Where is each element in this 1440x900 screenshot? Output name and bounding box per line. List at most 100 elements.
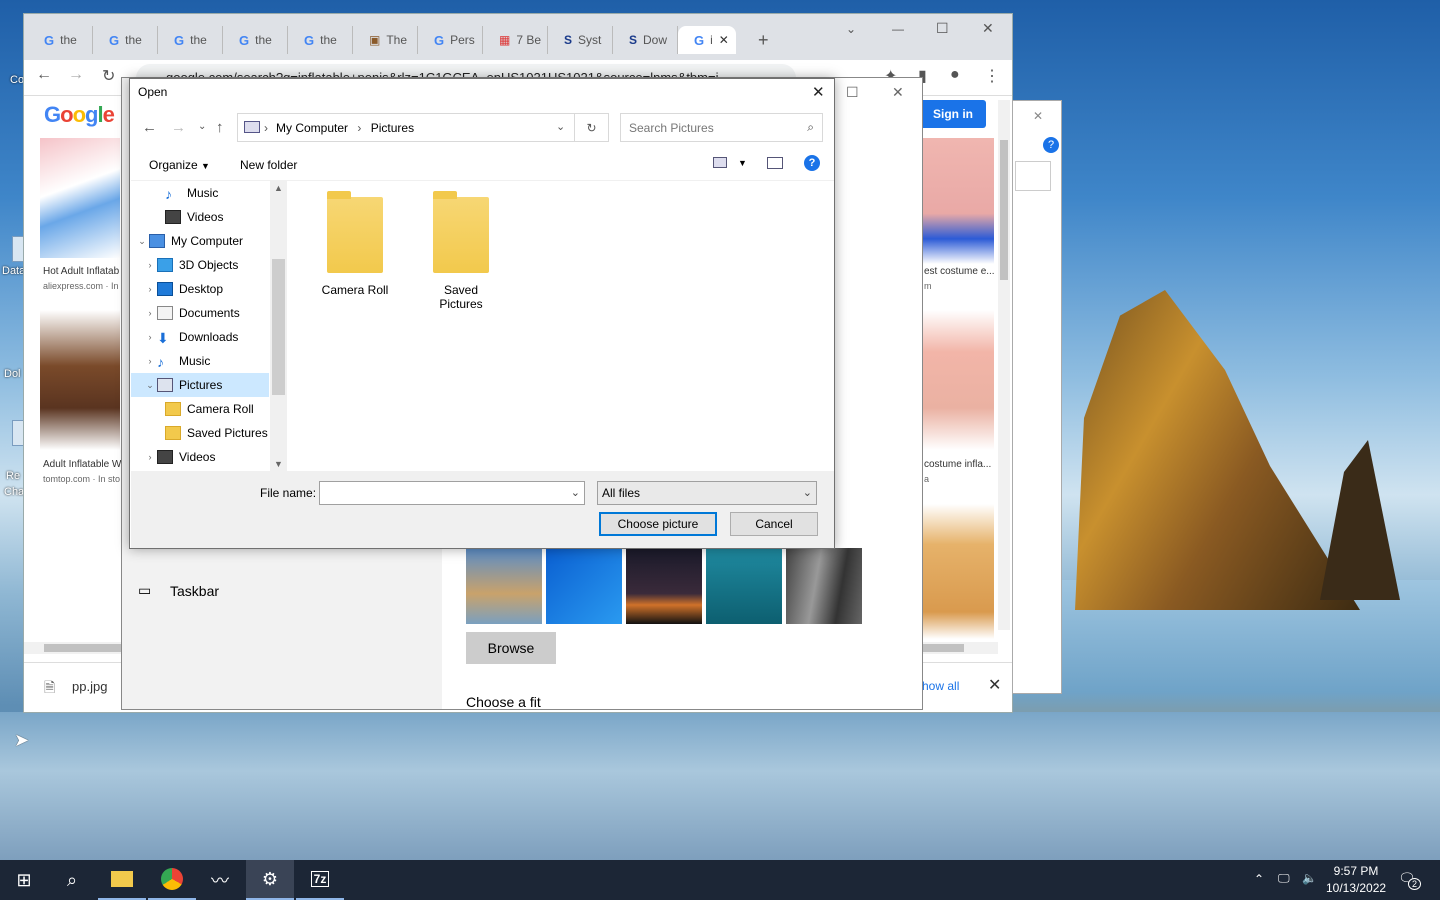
result-image[interactable] — [40, 310, 120, 450]
input-box[interactable] — [1015, 161, 1051, 191]
file-explorer-icon[interactable] — [98, 860, 146, 900]
collapsed-chevron-icon[interactable]: › — [143, 284, 157, 294]
new-folder-button[interactable]: New folder — [240, 158, 297, 172]
browser-tab[interactable]: S Dow — [613, 26, 678, 54]
volume-icon[interactable]: 🔈 — [1302, 871, 1317, 885]
chrome-icon[interactable] — [148, 860, 196, 900]
browser-tab[interactable]: ▦ 7 Be — [483, 26, 548, 54]
nav-item-videos[interactable]: Videos — [131, 205, 269, 229]
sign-in-button[interactable]: Sign in — [920, 100, 986, 128]
close-icon[interactable]: ✕ — [988, 675, 1001, 695]
preview-pane-icon[interactable] — [767, 157, 783, 169]
help-icon[interactable]: ? — [1043, 137, 1059, 153]
wallpaper-thumbnail[interactable] — [706, 548, 782, 624]
search-input[interactable]: Search Pictures ⌕ — [620, 113, 823, 142]
nav-item-videos[interactable]: › Videos — [131, 445, 269, 469]
new-tab-icon[interactable]: + — [758, 30, 769, 51]
search-icon[interactable]: ⌕ — [48, 860, 96, 900]
chevron-up-icon[interactable]: ⌃ — [1254, 872, 1264, 886]
minimize-icon[interactable]: — — [892, 22, 904, 36]
show-all-link[interactable]: how all — [922, 679, 959, 693]
wallpaper-thumbnail[interactable] — [786, 548, 862, 624]
browser-tab[interactable]: Gthe — [288, 26, 353, 54]
address-breadcrumb[interactable]: › My Computer › Pictures ⌄ — [237, 113, 575, 142]
collapsed-chevron-icon[interactable]: › — [143, 308, 157, 318]
sidebar-item-taskbar[interactable]: Taskbar — [170, 583, 219, 599]
seven-zip-icon[interactable]: 7z — [296, 860, 344, 900]
up-arrow-icon[interactable]: ↑ — [216, 119, 224, 136]
nav-item-downloads[interactable]: › ⬇ Downloads — [131, 325, 269, 349]
forward-arrow-icon[interactable]: → — [171, 119, 186, 136]
refresh-icon[interactable]: ↻ — [575, 113, 609, 142]
chevron-down-icon[interactable]: ⌄ — [803, 486, 812, 499]
collapsed-chevron-icon[interactable]: › — [143, 332, 157, 342]
change-view-icon[interactable] — [713, 157, 727, 168]
reload-icon[interactable]: ↻ — [102, 66, 115, 86]
breadcrumb-my-computer[interactable]: My Computer — [276, 121, 348, 135]
settings-gear-icon[interactable]: ⚙ — [246, 860, 294, 900]
scroll-up-icon[interactable]: ▲ — [274, 183, 283, 193]
menu-dots-icon[interactable]: ⋮ — [984, 66, 1000, 86]
browser-tab[interactable]: Gthe — [223, 26, 288, 54]
nav-item-music[interactable]: ♪ Music — [131, 181, 269, 205]
close-icon[interactable]: ✕ — [719, 33, 729, 47]
wallpaper-thumbnail[interactable] — [626, 548, 702, 624]
profile-icon[interactable]: ● — [950, 66, 960, 84]
nav-item-music[interactable]: › ♪ Music — [131, 349, 269, 373]
notifications-icon[interactable]: 🗨 2 — [1398, 870, 1422, 890]
browser-tab[interactable]: Gthe — [93, 26, 158, 54]
clock[interactable]: 9:57 PM 10/13/2022 — [1326, 864, 1386, 895]
browser-tab-active[interactable]: Gi ✕ — [678, 26, 736, 54]
google-logo[interactable]: Google — [44, 102, 115, 128]
wallpaper-thumbnail[interactable] — [546, 548, 622, 624]
browser-tab[interactable]: ▣ The — [353, 26, 418, 54]
scroll-down-icon[interactable]: ▼ — [274, 459, 283, 469]
nav-item-saved-pictures[interactable]: Saved Pictures — [131, 421, 269, 445]
scroll-thumb[interactable] — [272, 259, 285, 395]
choose-picture-button[interactable]: Choose picture — [599, 512, 717, 536]
result-image[interactable] — [40, 504, 120, 634]
browser-tab[interactable]: G Pers — [418, 26, 483, 54]
forward-arrow-icon[interactable]: → — [68, 66, 84, 84]
nav-item-desktop[interactable]: › Desktop — [131, 277, 269, 301]
result-caption[interactable]: est costume e... — [924, 266, 995, 277]
expanded-chevron-icon[interactable]: ⌄ — [143, 380, 157, 391]
maximize-icon[interactable]: ☐ — [846, 84, 859, 101]
close-window-icon[interactable]: ✕ — [982, 20, 994, 37]
file-type-select[interactable]: All files ⌄ — [597, 481, 817, 505]
app-icon[interactable]: 〰 — [196, 860, 244, 900]
collapsed-chevron-icon[interactable]: › — [143, 260, 157, 270]
organize-button[interactable]: Organize ▼ — [149, 158, 210, 172]
chevron-down-icon[interactable]: ▼ — [738, 158, 747, 168]
wallpaper-thumbnail[interactable] — [466, 548, 542, 624]
result-image[interactable] — [922, 310, 994, 450]
cancel-button[interactable]: Cancel — [730, 512, 818, 536]
result-caption[interactable]: costume infla... — [924, 459, 991, 470]
collapsed-chevron-icon[interactable]: › — [143, 356, 157, 366]
result-image[interactable] — [40, 138, 120, 258]
chevron-down-icon[interactable]: ⌄ — [571, 486, 580, 499]
help-icon[interactable]: ? — [804, 155, 820, 171]
maximize-icon[interactable]: ☐ — [936, 20, 949, 37]
expanded-chevron-icon[interactable]: ⌄ — [135, 236, 149, 247]
back-arrow-icon[interactable]: ← — [36, 66, 52, 84]
folder-item-saved-pictures[interactable]: Saved Pictures — [421, 191, 501, 311]
file-name-input[interactable]: ⌄ — [319, 481, 585, 505]
close-icon[interactable]: ✕ — [1033, 109, 1043, 123]
browser-tab[interactable]: S Syst — [548, 26, 613, 54]
nav-item-3d-objects[interactable]: › 3D Objects — [131, 253, 269, 277]
close-window-icon[interactable]: ✕ — [892, 84, 904, 101]
network-icon[interactable]: 🖵 — [1278, 871, 1290, 886]
download-file-name[interactable]: pp.jpg — [72, 679, 107, 694]
result-image[interactable] — [922, 504, 994, 639]
chevron-down-icon[interactable]: ⌄ — [556, 120, 565, 133]
collapsed-chevron-icon[interactable]: › — [143, 452, 157, 462]
recent-chevron-icon[interactable]: ⌄ — [198, 121, 206, 132]
result-image[interactable] — [922, 138, 994, 264]
chevron-down-icon[interactable]: ⌄ — [846, 22, 856, 36]
close-dialog-icon[interactable]: ✕ — [812, 83, 825, 101]
nav-item-my-computer[interactable]: ⌄ My Computer — [131, 229, 269, 253]
folder-item-camera-roll[interactable]: Camera Roll — [315, 191, 395, 297]
browser-tab[interactable]: Gthe — [158, 26, 223, 54]
nav-item-camera-roll[interactable]: Camera Roll — [131, 397, 269, 421]
